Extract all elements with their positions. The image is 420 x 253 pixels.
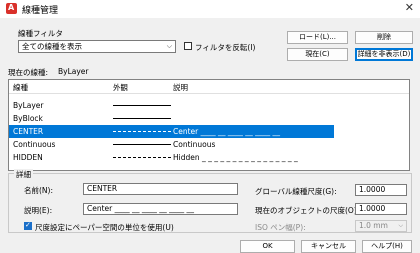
linetype-description: Hidden _ _ _ _ _ _ _ _ _ _ _ _ _ _ _ _ <box>173 153 298 162</box>
list-item[interactable]: ByBlock <box>9 112 334 125</box>
iso-pen-width-select: 1.0 mm ⌵ <box>355 220 407 232</box>
chevron-down-icon: ⌵ <box>166 42 172 50</box>
linetype-preview <box>113 105 171 106</box>
linetype-name: HIDDEN <box>13 153 43 162</box>
object-scale-field[interactable]: 1.0000 <box>355 203 407 215</box>
current-linetype-label: 現在の線種: <box>8 68 49 77</box>
list-item[interactable]: Continuous Continuous <box>9 138 334 151</box>
name-label: 名前(N): <box>24 186 53 195</box>
paper-space-units-checkbox[interactable] <box>24 221 32 230</box>
column-header-linetype[interactable]: 線種 <box>13 82 28 93</box>
hide-details-button[interactable]: 詳細を非表示(D) <box>355 48 413 61</box>
description-label: 説明(E): <box>24 206 53 215</box>
details-group-label: 詳細 <box>14 169 33 180</box>
current-linetype-value: ByLayer <box>58 67 89 76</box>
current-button[interactable]: 現在(C) <box>287 48 348 61</box>
linetype-preview <box>113 144 171 145</box>
title-bar <box>0 0 420 18</box>
invert-filter-label: フィルタを反転(I) <box>195 43 256 52</box>
object-scale-label: 現在のオブジェクトの尺度(O): <box>255 206 360 215</box>
help-button[interactable]: ヘルプ(H) <box>362 240 412 253</box>
close-icon[interactable]: ✕ <box>405 1 414 14</box>
column-header-description[interactable]: 説明 <box>173 82 188 93</box>
chevron-down-icon: ⌵ <box>398 222 403 229</box>
filter-select[interactable]: 全ての線種を表示 ⌵ <box>18 40 176 53</box>
cancel-button[interactable]: キャンセル <box>301 240 356 253</box>
invert-filter-checkbox[interactable] <box>184 42 192 50</box>
linetype-name: ByLayer <box>13 101 44 110</box>
load-button[interactable]: ロード(L)... <box>287 31 348 44</box>
ok-button[interactable]: OK <box>240 240 295 253</box>
window-title: 線種管理 <box>22 6 59 16</box>
list-item[interactable]: HIDDEN Hidden _ _ _ _ _ _ _ _ _ _ _ _ _ … <box>9 151 334 164</box>
filter-select-value: 全ての線種を表示 <box>22 42 82 51</box>
global-scale-field[interactable]: 1.0000 <box>355 184 407 196</box>
linetype-preview <box>113 157 171 158</box>
filter-label: 線種フィルタ <box>18 29 63 38</box>
linetype-list[interactable]: 線種 外観 説明 ByLayer ByBlock CENTER Center _… <box>8 79 410 171</box>
description-field[interactable]: Center ____ __ ____ __ ____ __ <box>83 203 238 215</box>
delete-button[interactable]: 削除 <box>355 31 413 44</box>
linetype-description: Center ____ __ ____ __ ____ __ <box>173 127 281 136</box>
linetype-name: CENTER <box>13 127 44 136</box>
linetype-name: Continuous <box>13 140 56 149</box>
global-scale-label: グローバル線種尺度(G): <box>255 187 337 196</box>
list-header: 線種 外観 説明 <box>9 80 409 94</box>
linetype-preview <box>113 131 171 132</box>
linetype-name: ByBlock <box>13 114 43 123</box>
app-icon: A <box>6 3 17 14</box>
iso-pen-width-value: 1.0 mm <box>359 221 388 230</box>
linetype-description: Continuous <box>173 140 216 149</box>
paper-space-units-label: 尺度設定にペーパー空間の単位を使用(U) <box>35 223 174 232</box>
name-field[interactable]: CENTER <box>83 183 238 195</box>
list-item-selected[interactable]: CENTER Center ____ __ ____ __ ____ __ <box>9 125 334 138</box>
list-item[interactable]: ByLayer <box>9 99 334 112</box>
linetype-preview <box>113 118 171 119</box>
column-header-appearance[interactable]: 外観 <box>113 82 128 93</box>
iso-pen-width-label: ISO ペン幅(P): <box>255 223 306 232</box>
